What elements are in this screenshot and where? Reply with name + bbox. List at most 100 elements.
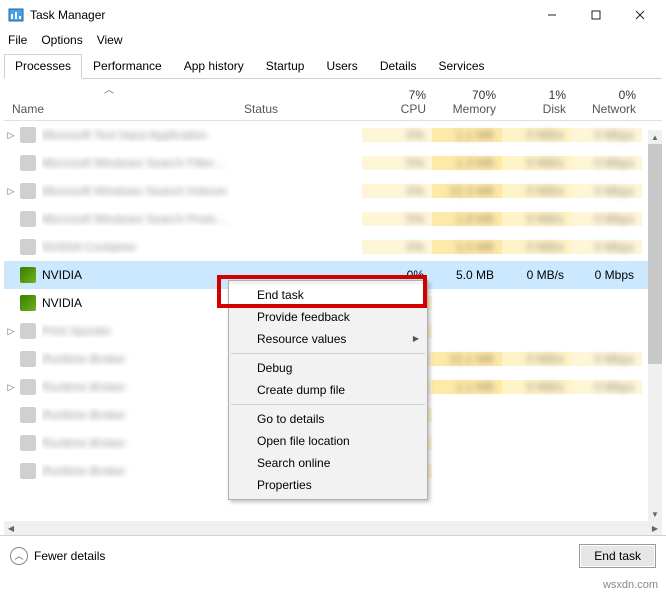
expand-icon[interactable]: ▷ [4, 326, 18, 337]
ctx-search-online[interactable]: Search online [229, 452, 427, 474]
column-status[interactable]: Status [244, 79, 364, 120]
process-name: NVIDIA [42, 296, 242, 310]
status-bar: ︿ Fewer details End task [0, 535, 666, 575]
expand-icon[interactable] [4, 242, 18, 252]
scroll-left-icon[interactable]: ◀ [4, 521, 18, 535]
column-disk[interactable]: 1%Disk [504, 79, 574, 120]
expand-icon[interactable] [4, 354, 18, 364]
tab-users[interactable]: Users [315, 54, 368, 79]
column-name[interactable]: ︿ Name [4, 79, 244, 120]
cell-cpu: 0% [362, 156, 432, 170]
horizontal-scrollbar[interactable]: ◀ ▶ [4, 521, 662, 535]
process-icon [20, 323, 36, 339]
menu-options[interactable]: Options [41, 33, 82, 47]
expand-icon[interactable] [4, 438, 18, 448]
menu-file[interactable]: File [8, 33, 27, 47]
table-row[interactable]: Microsoft Windows Search Proto…0%1.8 MB0… [4, 205, 662, 233]
process-name: Microsoft Windows Search Filter… [42, 156, 242, 170]
scroll-down-icon[interactable]: ▼ [648, 507, 662, 521]
cell-network: 0 Mbps [572, 268, 642, 282]
ctx-provide-feedback[interactable]: Provide feedback [229, 306, 427, 328]
ctx-end-task[interactable]: End task [229, 284, 427, 306]
process-icon [20, 463, 36, 479]
process-icon [20, 295, 36, 311]
process-name: Runtime Broker [42, 380, 242, 394]
watermark: wsxdn.com [603, 579, 658, 591]
cell-disk: 0 MB/s [502, 184, 572, 198]
vertical-scrollbar[interactable]: ▲ ▼ [648, 130, 662, 521]
ctx-create-dump[interactable]: Create dump file [229, 379, 427, 401]
cell-network: 0 Mbps [572, 184, 642, 198]
process-icon [20, 407, 36, 423]
tab-processes[interactable]: Processes [4, 54, 82, 79]
expand-icon[interactable] [4, 214, 18, 224]
ctx-properties[interactable]: Properties [229, 474, 427, 496]
minimize-button[interactable] [530, 0, 574, 30]
ctx-separator [231, 353, 425, 354]
tab-app-history[interactable]: App history [173, 54, 255, 79]
expand-icon[interactable] [4, 270, 18, 280]
expand-icon[interactable]: ▷ [4, 130, 18, 141]
ctx-go-to-details[interactable]: Go to details [229, 408, 427, 430]
expand-icon[interactable]: ▷ [4, 382, 18, 393]
cell-network: 0 Mbps [572, 240, 642, 254]
menu-bar: File Options View [0, 30, 666, 50]
column-headers: ︿ Name Status 7%CPU 70%Memory 1%Disk 0%N… [4, 79, 662, 121]
tab-services[interactable]: Services [428, 54, 496, 79]
ctx-open-file-location[interactable]: Open file location [229, 430, 427, 452]
column-cpu[interactable]: 7%CPU [364, 79, 434, 120]
expand-icon[interactable] [4, 466, 18, 476]
menu-view[interactable]: View [97, 33, 123, 47]
tab-startup[interactable]: Startup [255, 54, 316, 79]
cell-disk: 0 MB/s [502, 212, 572, 226]
cell-memory: 22.3 MB [432, 184, 502, 198]
expand-icon[interactable]: ▷ [4, 186, 18, 197]
expand-icon[interactable] [4, 298, 18, 308]
ctx-debug[interactable]: Debug [229, 357, 427, 379]
cell-memory: 5.0 MB [432, 268, 502, 282]
column-memory[interactable]: 70%Memory [434, 79, 504, 120]
cell-memory: 1.1 MB [432, 380, 502, 394]
tab-details[interactable]: Details [369, 54, 428, 79]
tab-strip: Processes Performance App history Startu… [4, 54, 662, 79]
process-icon [20, 155, 36, 171]
cell-cpu: 0% [362, 128, 432, 142]
table-row[interactable]: Microsoft Windows Search Filter… 0%1.3 MB… [4, 149, 662, 177]
column-network[interactable]: 0%Network [574, 79, 644, 120]
cell-memory: 1.1 MB [432, 128, 502, 142]
cell-memory: 22.1 MB [432, 352, 502, 366]
fewer-details-toggle[interactable]: ︿ Fewer details [10, 547, 579, 565]
close-button[interactable] [618, 0, 662, 30]
cell-cpu: 0% [362, 240, 432, 254]
cell-network: 0 Mbps [572, 156, 642, 170]
cell-network: 0 Mbps [572, 128, 642, 142]
process-icon [20, 127, 36, 143]
table-row[interactable]: ▷Microsoft Text Input Application0%1.1 M… [4, 121, 662, 149]
app-icon [8, 7, 24, 23]
process-name: NVIDIA Container [42, 240, 242, 254]
table-row[interactable]: ▷Microsoft Windows Search Indexer0%22.3 … [4, 177, 662, 205]
process-icon [20, 379, 36, 395]
process-icon [20, 435, 36, 451]
cell-disk: 0 MB/s [502, 128, 572, 142]
scroll-up-icon[interactable]: ▲ [648, 130, 662, 144]
title-bar: Task Manager [0, 0, 666, 30]
tab-performance[interactable]: Performance [82, 54, 173, 79]
process-icon [20, 239, 36, 255]
process-name: Runtime Broker [42, 436, 242, 450]
cell-network: 0 Mbps [572, 352, 642, 366]
ctx-separator [231, 404, 425, 405]
cell-memory: 1.3 MB [432, 156, 502, 170]
end-task-button[interactable]: End task [579, 544, 656, 568]
expand-icon[interactable] [4, 158, 18, 168]
table-row[interactable]: NVIDIA Container0%1.0 MB0 MB/s0 Mbps [4, 233, 662, 261]
scroll-right-icon[interactable]: ▶ [648, 521, 662, 535]
ctx-resource-values[interactable]: Resource values [229, 328, 427, 350]
process-icon [20, 183, 36, 199]
process-name: Microsoft Windows Search Indexer [42, 184, 242, 198]
cell-network: 0 Mbps [572, 380, 642, 394]
process-name: Microsoft Windows Search Proto… [42, 212, 242, 226]
maximize-button[interactable] [574, 0, 618, 30]
expand-icon[interactable] [4, 410, 18, 420]
scroll-thumb[interactable] [648, 144, 662, 364]
